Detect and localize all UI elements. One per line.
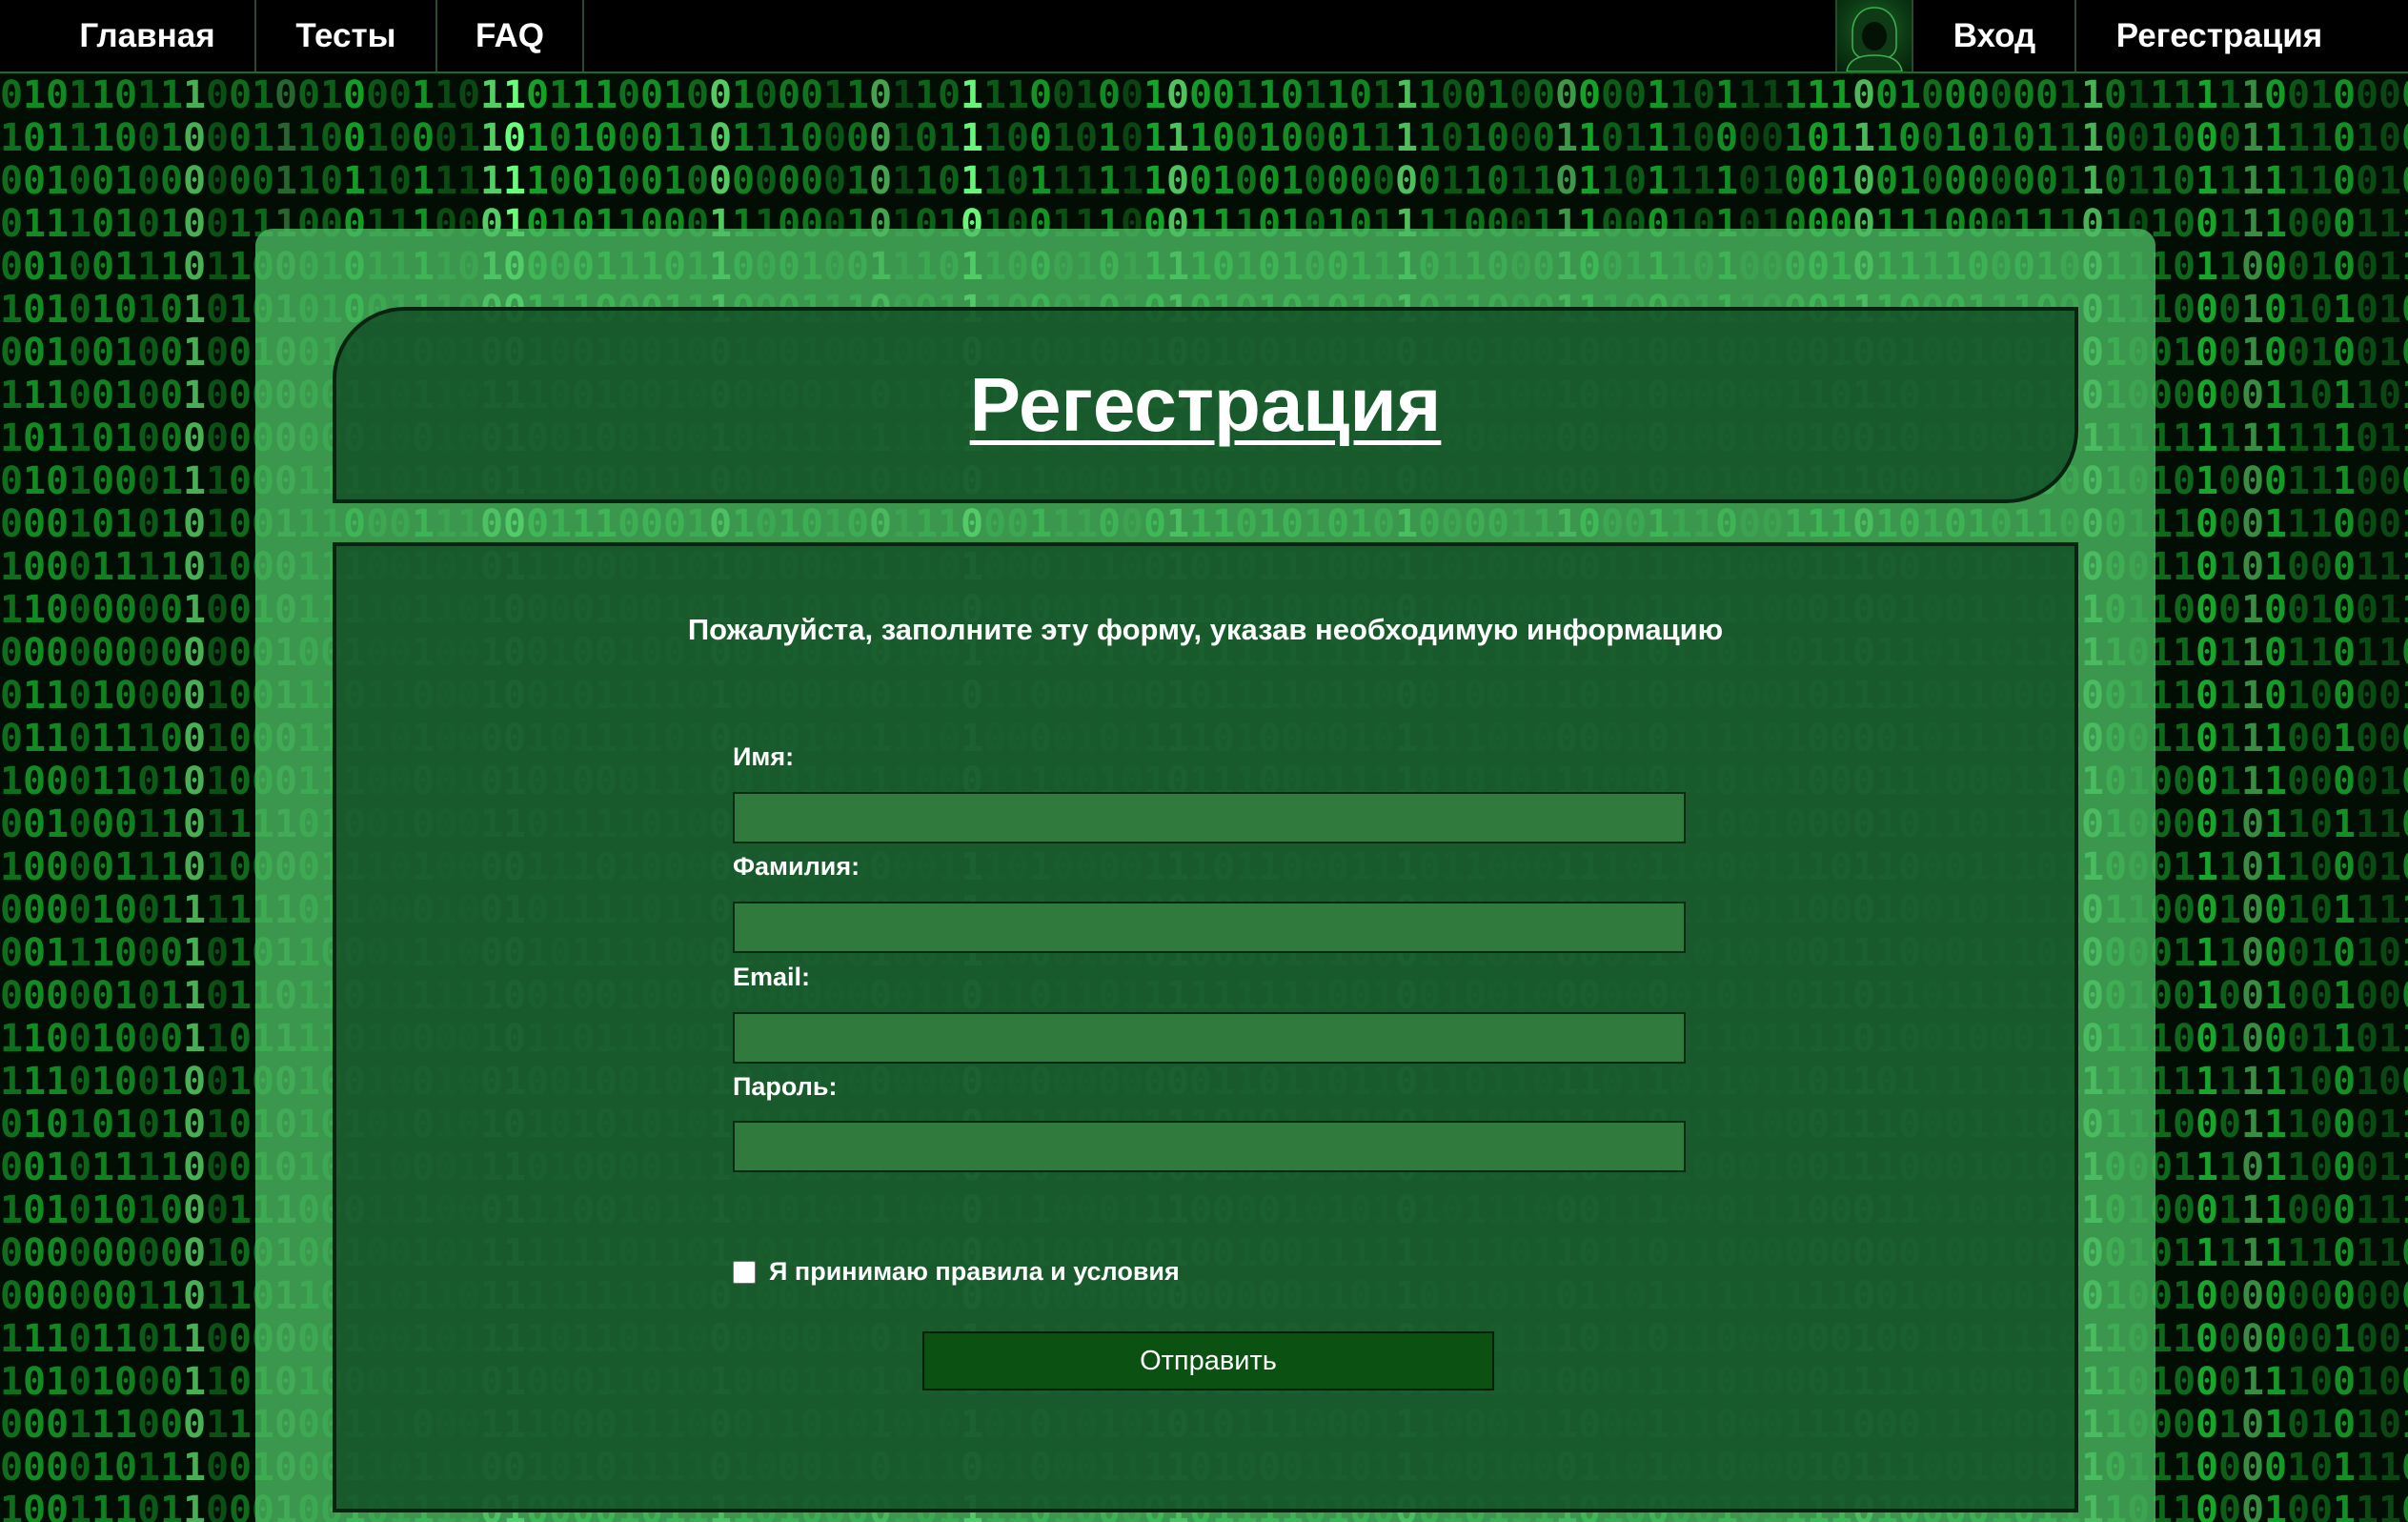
matrix-digit-column: 0 1 0 1 0 0 0 1 0 0 0 1 0 1 0 0 0 1 0 1 … [2356, 73, 2379, 1522]
matrix-digit-column: 1 0 1 0 1 0 0 0 1 1 0 0 0 0 0 0 0 0 1 0 … [2196, 73, 2219, 1522]
matrix-digit-column: 1 0 0 0 0 0 1 0 1 0 1 1 0 1 1 1 0 0 1 0 … [2173, 73, 2196, 1522]
password-input[interactable] [733, 1121, 1686, 1172]
nav-link-home[interactable]: Главная [50, 0, 245, 71]
matrix-digit-column: 0 0 0 1 1 1 0 0 0 0 0 0 0 0 0 0 0 1 0 1 … [229, 73, 253, 1522]
registration-form: Пожалуйста, заполните эту форму, указав … [333, 542, 2078, 1512]
nav-link-faq[interactable]: FAQ [437, 0, 582, 71]
last-name-label: Фамилия: [733, 852, 860, 881]
nav-link-tests[interactable]: Тесты [256, 0, 435, 71]
terms-row: Я принимаю правила и условия [733, 1257, 1180, 1287]
matrix-digit-column: 1 1 0 1 1 0 0 0 0 1 1 1 0 0 0 0 1 1 1 1 … [160, 73, 184, 1522]
matrix-digit-column: 1 1 0 0 0 1 0 0 0 0 0 1 0 0 1 1 1 0 0 1 … [91, 73, 115, 1522]
title-box: Регестрация [333, 307, 2078, 503]
matrix-digit-column: 0 1 1 0 0 1 0 1 1 1 1 0 0 1 1 0 0 1 1 1 … [2287, 73, 2311, 1522]
matrix-digit-column: 1 0 0 1 0 0 0 1 0 1 0 0 1 0 1 1 0 0 0 0 … [23, 73, 47, 1522]
nav-link-login[interactable]: Вход [1913, 0, 2075, 71]
matrix-digit-column: 0 0 0 0 0 1 0 1 1 1 0 0 0 0 0 1 0 1 0 1 … [2333, 73, 2357, 1522]
nav-link-register[interactable]: Регестрация [2076, 0, 2362, 71]
matrix-digit-column: 1 0 0 0 1 1 0 0 0 0 0 1 0 0 0 1 0 1 1 0 … [137, 73, 161, 1522]
first-name-input[interactable] [733, 792, 1686, 843]
matrix-digit-column: 0 0 1 1 1 0 1 1 1 0 1 1 0 0 0 1 1 0 1 0 … [114, 73, 138, 1522]
terms-checkbox[interactable] [733, 1260, 756, 1284]
top-nav: Главная Тесты FAQ Вход Регестрация [0, 0, 2408, 73]
matrix-digit-column: 1 0 0 0 0 1 1 1 0 1 0 0 1 0 0 0 0 0 0 1 … [183, 73, 207, 1522]
password-label: Пароль: [733, 1072, 838, 1101]
email-label: Email: [733, 963, 811, 991]
matrix-digit-column: 1 1 1 0 1 0 1 0 1 1 1 0 1 1 0 0 0 0 0 0 … [2310, 73, 2334, 1522]
matrix-digit-column: 0 0 0 0 1 0 0 0 0 1 1 1 0 0 1 1 1 1 1 1 … [206, 73, 230, 1522]
matrix-digit-column: 0 1 1 1 0 0 0 1 1 0 1 1 0 0 0 1 1 1 1 0 … [2264, 73, 2288, 1522]
hacker-avatar-icon[interactable] [1837, 0, 1912, 71]
submit-button[interactable]: Отправить [922, 1331, 1494, 1390]
matrix-digit-column: 1 1 0 1 0 0 0 0 1 1 1 0 0 0 0 0 0 0 0 0 … [69, 73, 92, 1522]
page-title: Регестрация [969, 362, 1442, 447]
nav-divider [582, 0, 584, 71]
matrix-digit-column: 1 0 1 1 1 0 0 0 1 0 0 1 0 1 1 1 1 1 1 1 … [2218, 73, 2242, 1522]
matrix-digit-column: 0 1 1 1 1 1 1 1 1 0 0 0 0 0 1 1 0 1 0 0 … [46, 73, 70, 1522]
matrix-digit-column: 0 0 1 1 1 1 1 0 1 0 0 1 1 1 0 0 1 1 1 1 … [2378, 73, 2402, 1522]
form-intro-text: Пожалуйста, заполните эту форму, указав … [687, 613, 1724, 646]
email-input[interactable] [733, 1012, 1686, 1064]
last-name-input[interactable] [733, 902, 1686, 953]
matrix-digit-column: 1 1 1 1 0 1 1 0 1 0 0 0 1 1 1 1 1 0 0 0 … [2241, 73, 2265, 1522]
terms-label: Я принимаю правила и условия [769, 1257, 1180, 1286]
first-name-label: Имя: [733, 742, 795, 771]
matrix-digit-column: 0 0 0 1 1 0 0 1 1 0 1 1 1 0 1 0 0 0 0 1 … [2401, 74, 2408, 1522]
matrix-digit-column: 0 1 0 0 0 1 0 1 1 0 0 1 1 0 0 0 1 0 1 0 … [0, 73, 24, 1522]
